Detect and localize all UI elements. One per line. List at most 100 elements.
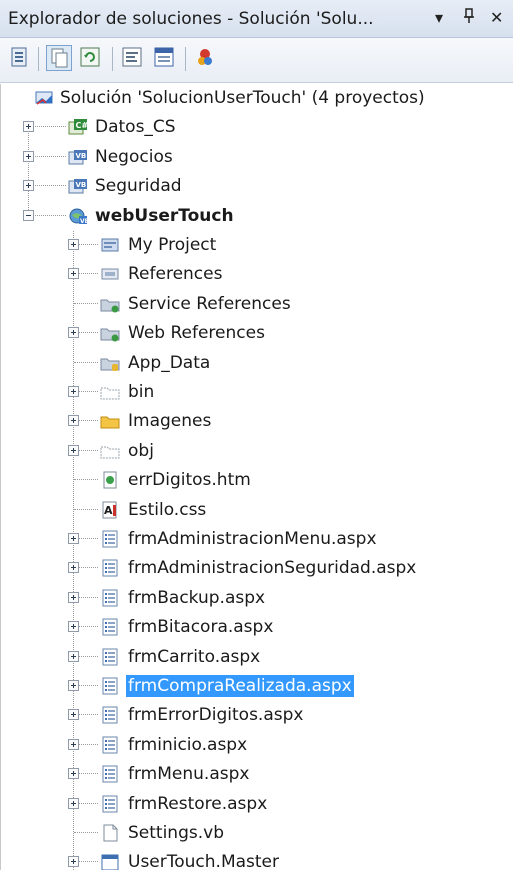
tree-item-label[interactable]: Service References bbox=[126, 293, 293, 315]
tree-item[interactable]: VB Negocios bbox=[1, 143, 513, 172]
tree-item-label[interactable]: Estilo.css bbox=[126, 499, 208, 521]
tree-item[interactable]: App_Data bbox=[1, 349, 513, 378]
tree-item[interactable]: Service References bbox=[1, 290, 513, 319]
tree-item[interactable]: frmCompraRealizada.aspx bbox=[1, 672, 513, 701]
tree-item[interactable]: UserTouch.Master bbox=[1, 848, 513, 870]
expand-icon[interactable] bbox=[68, 738, 79, 750]
expand-icon[interactable] bbox=[68, 386, 79, 397]
tree-item[interactable]: errDigitos.htm bbox=[1, 466, 513, 495]
tree-item-label[interactable]: bin bbox=[126, 381, 156, 403]
tree-item-label[interactable]: frminicio.aspx bbox=[126, 734, 249, 756]
tree-item[interactable]: A Estilo.css bbox=[1, 496, 513, 525]
tree-item-label[interactable]: My Project bbox=[126, 234, 218, 256]
tree-item-label[interactable]: frmBackup.aspx bbox=[126, 587, 267, 609]
solution-icon bbox=[34, 89, 54, 107]
tree-connector-dot bbox=[29, 126, 66, 128]
solution-tree: Solución 'SolucionUserTouch' (4 proyecto… bbox=[0, 84, 513, 870]
tree-item-label[interactable]: Seguridad bbox=[93, 175, 184, 197]
view-designer-button[interactable] bbox=[152, 45, 178, 71]
expand-icon[interactable] bbox=[68, 533, 79, 544]
tree-item-label[interactable]: Datos_CS bbox=[93, 116, 178, 138]
tree-item-label[interactable]: frmAdministracionMenu.aspx bbox=[126, 528, 379, 550]
expand-icon[interactable] bbox=[68, 239, 79, 250]
tree-item[interactable]: frmErrorDigitos.aspx bbox=[1, 701, 513, 730]
service-references-icon bbox=[100, 295, 120, 313]
aspx-file-icon bbox=[100, 589, 120, 607]
expand-icon[interactable] bbox=[68, 856, 79, 868]
expand-icon[interactable] bbox=[68, 621, 79, 633]
aspx-file-icon bbox=[100, 765, 120, 783]
window-position-dropdown-icon[interactable]: ▾ bbox=[435, 8, 443, 27]
tree-item[interactable]: Solución 'SolucionUserTouch' (4 proyecto… bbox=[1, 84, 513, 113]
tree-item-label[interactable]: frmErrorDigitos.aspx bbox=[126, 704, 305, 726]
tree-item[interactable]: My Project bbox=[1, 231, 513, 260]
expand-icon[interactable] bbox=[23, 121, 34, 133]
expand-icon[interactable] bbox=[68, 327, 79, 339]
expand-icon[interactable] bbox=[68, 709, 79, 721]
tree-item[interactable]: frminicio.aspx bbox=[1, 731, 513, 760]
tree-connector-dot bbox=[29, 214, 66, 217]
tree-item[interactable]: C# Datos_CS bbox=[1, 113, 513, 142]
tree-item-label[interactable]: frmAdministracionSeguridad.aspx bbox=[126, 557, 418, 579]
tree-item-label[interactable]: frmMenu.aspx bbox=[126, 763, 251, 785]
tree-item-label[interactable]: frmRestore.aspx bbox=[126, 793, 269, 815]
tree-item[interactable]: Imagenes bbox=[1, 407, 513, 436]
tree-item-label[interactable]: frmBitacora.aspx bbox=[126, 616, 275, 638]
tree-item-label[interactable]: Settings.vb bbox=[126, 822, 226, 844]
tree-item[interactable]: VB webUserTouch bbox=[1, 202, 513, 231]
tree-item[interactable]: Settings.vb bbox=[1, 819, 513, 848]
tree-item[interactable]: frmBackup.aspx bbox=[1, 584, 513, 613]
expand-icon[interactable] bbox=[68, 680, 79, 691]
tree-item-label[interactable]: References bbox=[126, 263, 224, 285]
refresh-button[interactable] bbox=[78, 45, 104, 71]
tree-item-label[interactable]: Solución 'SolucionUserTouch' (4 proyecto… bbox=[58, 87, 427, 109]
expand-icon[interactable] bbox=[68, 562, 79, 574]
web-project-icon: VB bbox=[68, 207, 90, 225]
aspx-file-icon bbox=[100, 618, 120, 636]
expand-icon[interactable] bbox=[68, 268, 79, 280]
tree-item[interactable]: VB Seguridad bbox=[1, 172, 513, 201]
css-file-icon: A bbox=[100, 501, 120, 519]
tree-item-label[interactable]: App_Data bbox=[126, 352, 212, 374]
tree-item[interactable]: frmAdministracionMenu.aspx bbox=[1, 525, 513, 554]
my-project-icon bbox=[100, 236, 120, 254]
folder-icon bbox=[100, 412, 120, 430]
tree-item[interactable]: frmBitacora.aspx bbox=[1, 613, 513, 642]
class-diagram-button[interactable] bbox=[193, 45, 219, 71]
tree-item-label[interactable]: UserTouch.Master bbox=[126, 851, 281, 870]
auto-hide-pin-icon[interactable] bbox=[463, 8, 475, 28]
tree-item-label[interactable]: obj bbox=[126, 440, 156, 462]
tree-item[interactable]: frmMenu.aspx bbox=[1, 760, 513, 789]
properties-button[interactable] bbox=[8, 45, 34, 71]
view-code-button[interactable] bbox=[120, 45, 146, 71]
tree-item[interactable]: obj bbox=[1, 437, 513, 466]
tree-item-label[interactable]: Imagenes bbox=[126, 410, 213, 432]
tree-item-label[interactable]: errDigitos.htm bbox=[126, 469, 253, 491]
view-code-icon bbox=[122, 47, 142, 67]
tree-item-label[interactable]: frmCompraRealizada.aspx bbox=[126, 675, 354, 697]
expand-icon[interactable] bbox=[68, 415, 79, 427]
tree-item[interactable]: frmRestore.aspx bbox=[1, 790, 513, 819]
tree-item[interactable]: frmAdministracionSeguridad.aspx bbox=[1, 554, 513, 583]
expand-icon[interactable] bbox=[68, 768, 79, 780]
tree-item[interactable]: References bbox=[1, 260, 513, 289]
expand-icon[interactable] bbox=[23, 180, 34, 192]
tree-item-label[interactable]: Web References bbox=[126, 322, 267, 344]
expand-icon[interactable] bbox=[23, 150, 34, 162]
html-file-icon bbox=[100, 471, 120, 489]
solution-explorer-panel: Explorador de soluciones - Solución 'Sol… bbox=[0, 0, 513, 870]
tree-item[interactable]: frmCarrito.aspx bbox=[1, 643, 513, 672]
tree-item[interactable]: Web References bbox=[1, 319, 513, 348]
close-icon[interactable]: ✕ bbox=[490, 8, 503, 27]
expand-icon[interactable] bbox=[68, 650, 79, 662]
show-all-files-button[interactable] bbox=[46, 45, 72, 71]
tree-item-label[interactable]: frmCarrito.aspx bbox=[126, 646, 262, 668]
collapse-icon[interactable] bbox=[23, 209, 34, 221]
tree-item[interactable]: bin bbox=[1, 378, 513, 407]
tree-item-label[interactable]: webUserTouch bbox=[93, 205, 236, 227]
expand-icon[interactable] bbox=[68, 444, 79, 456]
vb-file-icon bbox=[100, 824, 120, 842]
expand-icon[interactable] bbox=[68, 797, 79, 809]
tree-item-label[interactable]: Negocios bbox=[93, 146, 175, 168]
expand-icon[interactable] bbox=[68, 591, 79, 603]
